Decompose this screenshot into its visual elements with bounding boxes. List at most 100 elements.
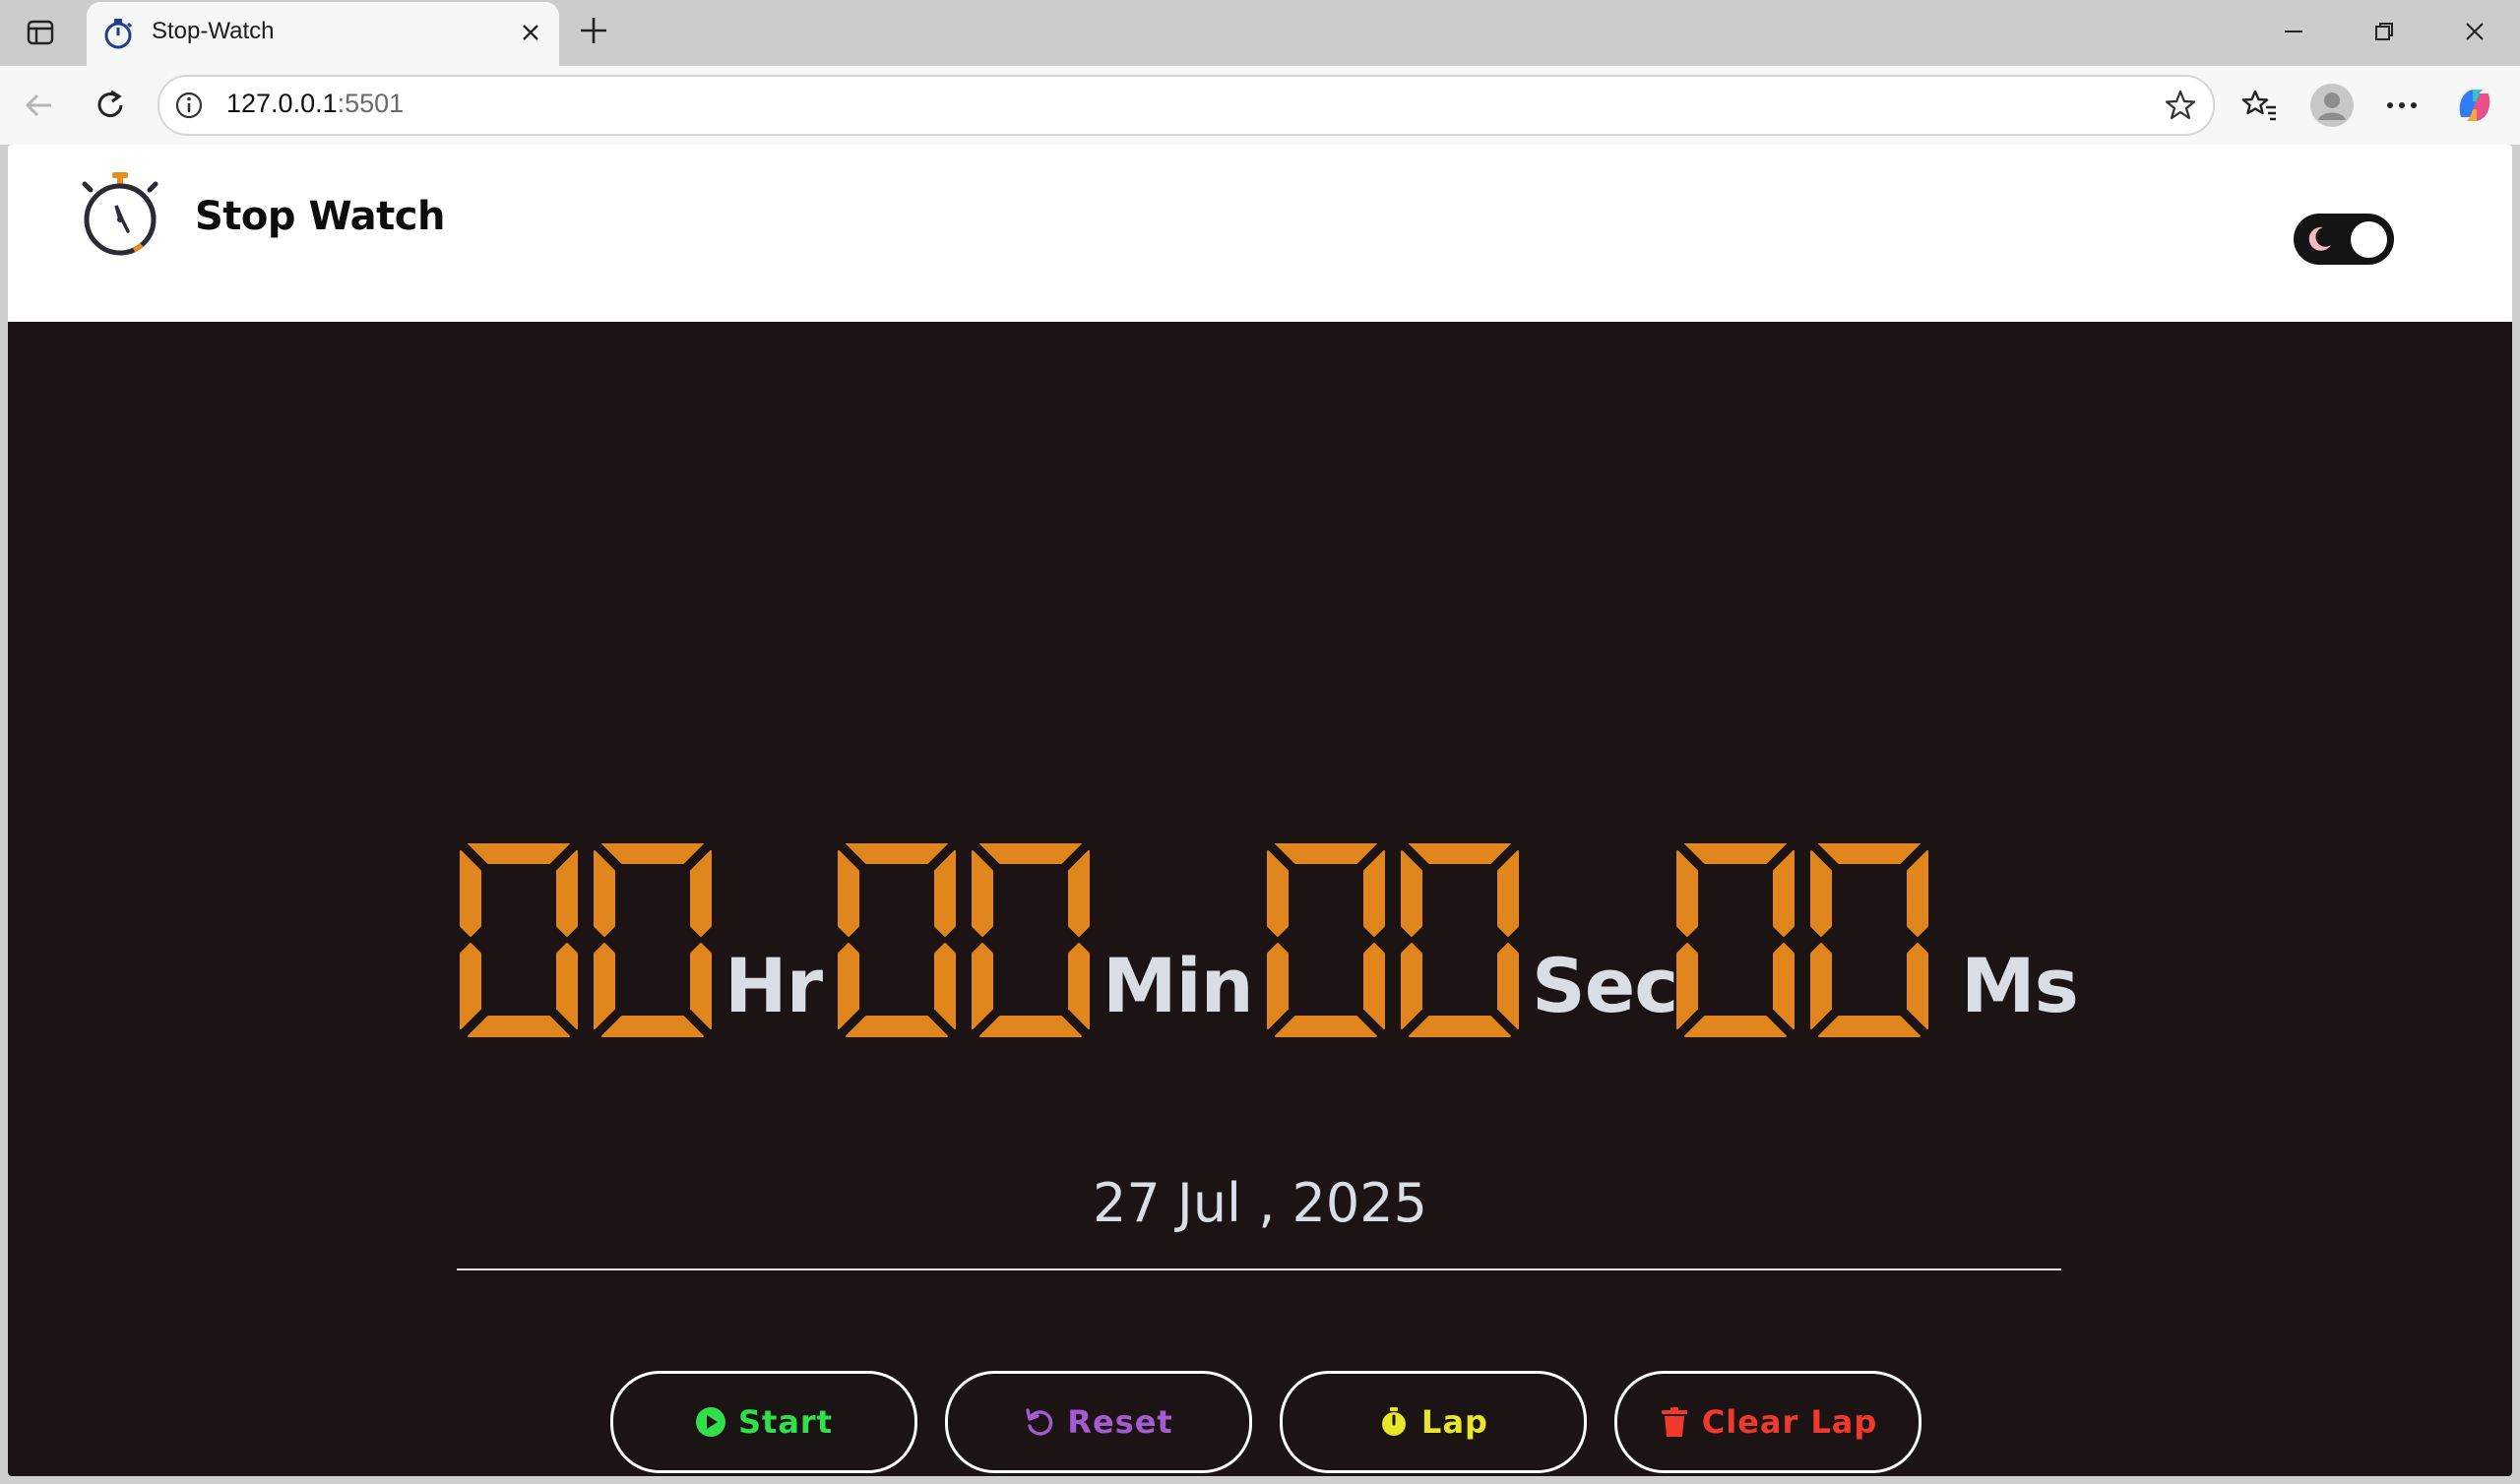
digit-segment-f: [1267, 850, 1289, 937]
digit-segment-a: [979, 843, 1082, 864]
digit-segment-c: [1363, 943, 1385, 1029]
digit-segment-b: [690, 850, 712, 937]
digit-segment-d: [846, 1016, 948, 1037]
minutes-unit: Min: [1102, 942, 1254, 1029]
digit-segment-f: [594, 850, 615, 937]
new-tab-icon[interactable]: [575, 12, 612, 49]
digit-segment-f: [460, 850, 481, 937]
app-title: Stop Watch: [195, 194, 445, 239]
digit-segment-a: [1684, 843, 1787, 864]
seconds-digits: [1267, 843, 1519, 1037]
milliseconds-unit: Ms: [1961, 942, 2079, 1029]
digit-segment-e: [1267, 943, 1289, 1029]
trash-icon: [1661, 1407, 1687, 1437]
digit-segment-a: [1818, 843, 1921, 864]
play-circle-icon: [695, 1407, 725, 1437]
digit-segment-c: [1773, 943, 1795, 1029]
tab-title: Stop-Watch: [152, 18, 275, 44]
close-window-icon[interactable]: [2453, 12, 2496, 51]
digit-segment-c: [1907, 943, 1928, 1029]
digit-segment-d: [1684, 1016, 1787, 1037]
seconds-unit: Sec: [1532, 942, 1678, 1029]
digit-segment-f: [1676, 850, 1698, 937]
top-divider: [457, 1268, 2061, 1270]
digit-segment-d: [979, 1016, 1082, 1037]
digit-segment-b: [1497, 850, 1519, 937]
digit-segment-a: [1409, 843, 1511, 864]
stopwatch-icon: [1382, 1407, 1407, 1436]
lap-label: Lap: [1421, 1403, 1488, 1441]
start-label: Start: [737, 1403, 833, 1441]
digit-segment-d: [1409, 1016, 1511, 1037]
digit-segment-e: [972, 943, 993, 1029]
digit-segment-e: [1676, 943, 1698, 1029]
digit-segment-b: [1773, 850, 1795, 937]
digit-segment-c: [690, 943, 712, 1029]
browser-tab-active[interactable]: Stop-Watch: [87, 2, 559, 68]
favorites-icon[interactable]: [2240, 86, 2280, 125]
moon-icon: [2308, 226, 2331, 251]
copilot-icon[interactable]: [2451, 82, 2498, 129]
back-arrow-icon[interactable]: [20, 86, 59, 125]
digit-segment-e: [594, 943, 615, 1029]
digit-segment-d: [1818, 1016, 1921, 1037]
controls-row: Start Reset Lap Clear Lap: [8, 1371, 2512, 1473]
digit-segment-c: [1497, 943, 1519, 1029]
digit-segment-d: [1275, 1016, 1377, 1037]
digit-segment-f: [1401, 850, 1422, 937]
digit-segment-e: [1401, 943, 1422, 1029]
theme-toggle[interactable]: [2294, 214, 2394, 265]
digit-segment-a: [1275, 843, 1377, 864]
page-viewport: Stop Watch Hr Min Sec Ms 27 Jul , 2025 S…: [8, 145, 2512, 1476]
app-header: Stop Watch: [8, 145, 2512, 322]
lap-button[interactable]: Lap: [1280, 1371, 1587, 1473]
hours-digits: [460, 843, 712, 1037]
digit-segment-c: [1068, 943, 1090, 1029]
milliseconds-digits: [1676, 843, 1928, 1037]
minutes-digits: [838, 843, 1090, 1037]
digit-segment-c: [556, 943, 578, 1029]
stopwatch-panel: Hr Min Sec Ms 27 Jul , 2025 Start Reset …: [8, 322, 2512, 1476]
digit-segment-b: [1907, 850, 1928, 937]
digit-segment-b: [1068, 850, 1090, 937]
site-info-icon[interactable]: [173, 90, 205, 121]
start-button[interactable]: Start: [610, 1371, 917, 1473]
digit-segment-a: [468, 843, 570, 864]
digit-segment-e: [838, 943, 859, 1029]
reload-icon[interactable]: [91, 86, 130, 125]
clear-lap-button[interactable]: Clear Lap: [1614, 1371, 1922, 1473]
digit-segment-e: [460, 943, 481, 1029]
digit-segment-f: [838, 850, 859, 937]
browser-toolbar: 127.0.0.1:5501: [0, 66, 2520, 145]
digit-segment-f: [972, 850, 993, 937]
more-options-icon[interactable]: [2382, 86, 2422, 125]
rotate-left-icon: [1026, 1408, 1053, 1436]
hours-unit: Hr: [724, 942, 823, 1029]
browser-tab-bar: Stop-Watch: [0, 0, 2520, 68]
digit-segment-d: [601, 1016, 704, 1037]
stopwatch-logo-icon: [82, 172, 158, 256]
digit-segment-c: [934, 943, 956, 1029]
stopwatch-favicon-icon: [104, 19, 133, 49]
clear-lap-label: Clear Lap: [1701, 1403, 1878, 1441]
digit-segment-b: [1363, 850, 1385, 937]
digit-segment-a: [601, 843, 704, 864]
current-date: 27 Jul , 2025: [1093, 1172, 1427, 1234]
digit-segment-f: [1810, 850, 1832, 937]
digit-segment-e: [1810, 943, 1832, 1029]
address-bar[interactable]: 127.0.0.1:5501: [158, 75, 2215, 136]
profile-avatar-icon[interactable]: [2309, 83, 2355, 128]
digit-segment-b: [556, 850, 578, 937]
minimize-icon[interactable]: [2272, 12, 2315, 51]
close-tab-icon[interactable]: [516, 18, 545, 47]
sidebar-toggle-icon[interactable]: [22, 14, 59, 51]
favorite-star-icon[interactable]: [2164, 89, 2197, 122]
digit-segment-a: [846, 843, 948, 864]
url-text: 127.0.0.1:5501: [226, 89, 405, 118]
digit-segment-d: [468, 1016, 570, 1037]
reset-label: Reset: [1067, 1403, 1173, 1441]
digit-segment-b: [934, 850, 956, 937]
reset-button[interactable]: Reset: [945, 1371, 1252, 1473]
toggle-knob: [2351, 221, 2387, 258]
restore-icon[interactable]: [2362, 12, 2406, 51]
